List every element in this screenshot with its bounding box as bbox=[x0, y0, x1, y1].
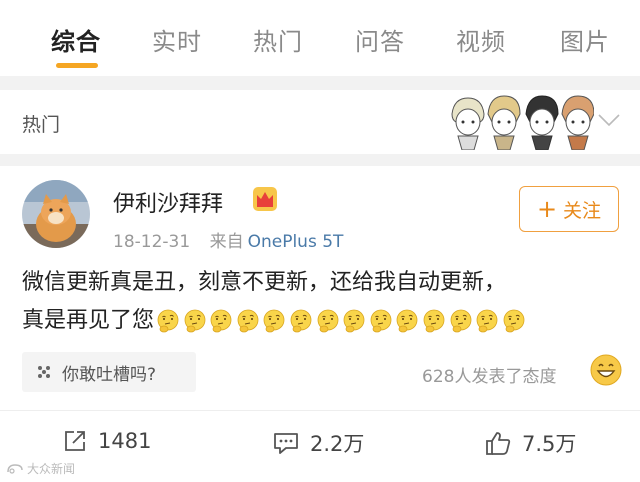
thinking-face-emoji bbox=[237, 309, 259, 333]
thinking-face-emoji bbox=[157, 309, 179, 333]
post-author-name[interactable]: 伊利沙拜拜 bbox=[113, 186, 223, 218]
thinking-face-emoji-group bbox=[156, 302, 528, 340]
post-date: 18-12-31 bbox=[113, 232, 191, 252]
follow-button[interactable]: + 关注 bbox=[519, 186, 619, 232]
like-button[interactable]: 7.5万 bbox=[484, 428, 576, 458]
post-text-line2-wrap: 真是再见了您 bbox=[22, 302, 622, 340]
section-separator bbox=[0, 154, 640, 166]
comment-prompt-text: 你敢吐槽吗? bbox=[62, 364, 157, 385]
thumbs-up-icon bbox=[486, 432, 511, 455]
tab-comprehensive[interactable]: 综合 bbox=[51, 22, 101, 57]
post-meta: 18-12-31 来自 OnePlus 5T bbox=[113, 227, 343, 252]
tab-video[interactable]: 视频 bbox=[456, 22, 506, 57]
repost-button[interactable]: 1481 bbox=[62, 428, 151, 454]
comment-button[interactable]: 2.2万 bbox=[272, 428, 364, 458]
follow-label: 关注 bbox=[563, 199, 602, 222]
chevron-down-icon[interactable] bbox=[598, 114, 620, 126]
thinking-face-emoji bbox=[317, 309, 338, 333]
hot-section-title: 热门 bbox=[22, 114, 61, 136]
action-bar-divider bbox=[0, 410, 640, 411]
watermark-text: 大众新闻 bbox=[27, 462, 76, 476]
comment-count: 2.2万 bbox=[310, 432, 365, 456]
active-tab-indicator bbox=[56, 63, 98, 68]
tab-pictures[interactable]: 图片 bbox=[560, 22, 610, 57]
post-source-prefix: 来自 bbox=[209, 232, 244, 252]
post-text-line2: 真是再见了您 bbox=[22, 308, 155, 333]
thinking-face-emoji bbox=[263, 309, 285, 333]
comment-icon bbox=[274, 433, 298, 454]
plus-icon: + bbox=[536, 195, 558, 223]
crown-icon bbox=[253, 187, 277, 211]
thinking-face-emoji bbox=[343, 309, 365, 333]
post-content[interactable]: 微信更新真是丑，刻意不更新，还给我自动更新， 真是再见了您 bbox=[22, 264, 622, 340]
avatar[interactable] bbox=[22, 180, 90, 248]
watermark-logo-icon bbox=[7, 463, 23, 474]
thinking-face-emoji bbox=[503, 309, 525, 333]
hot-section-header[interactable]: 热门 bbox=[0, 90, 640, 154]
pen-icon bbox=[38, 366, 50, 378]
repost-count: 1481 bbox=[98, 429, 152, 453]
tab-hot[interactable]: 热门 bbox=[253, 22, 303, 57]
like-count: 7.5万 bbox=[522, 432, 577, 456]
comment-prompt[interactable]: 你敢吐槽吗? bbox=[22, 352, 196, 392]
tab-realtime[interactable]: 实时 bbox=[152, 22, 202, 57]
thinking-face-emoji bbox=[184, 309, 206, 333]
thinking-face-emoji bbox=[290, 309, 312, 333]
thinking-face-emoji bbox=[370, 309, 392, 333]
tab-qa[interactable]: 问答 bbox=[355, 22, 405, 57]
thinking-face-emoji bbox=[210, 309, 232, 333]
share-icon bbox=[65, 431, 85, 451]
post-source-device[interactable]: OnePlus 5T bbox=[248, 232, 344, 252]
cartoon-characters-illustration bbox=[451, 95, 594, 150]
thinking-face-emoji bbox=[396, 309, 418, 333]
attitude-count[interactable]: 628人发表了态度 bbox=[422, 362, 556, 387]
thinking-face-emoji bbox=[450, 309, 471, 333]
post-text-line1: 微信更新真是丑，刻意不更新，还给我自动更新， bbox=[22, 270, 507, 295]
thinking-face-emoji bbox=[423, 309, 445, 333]
grin-emoji[interactable] bbox=[590, 354, 622, 386]
watermark: 大众新闻 bbox=[6, 460, 75, 477]
thinking-face-emoji bbox=[476, 309, 498, 333]
section-separator bbox=[0, 76, 640, 90]
top-tab-bar: 综合 实时 热门 问答 视频 图片 bbox=[0, 0, 640, 76]
